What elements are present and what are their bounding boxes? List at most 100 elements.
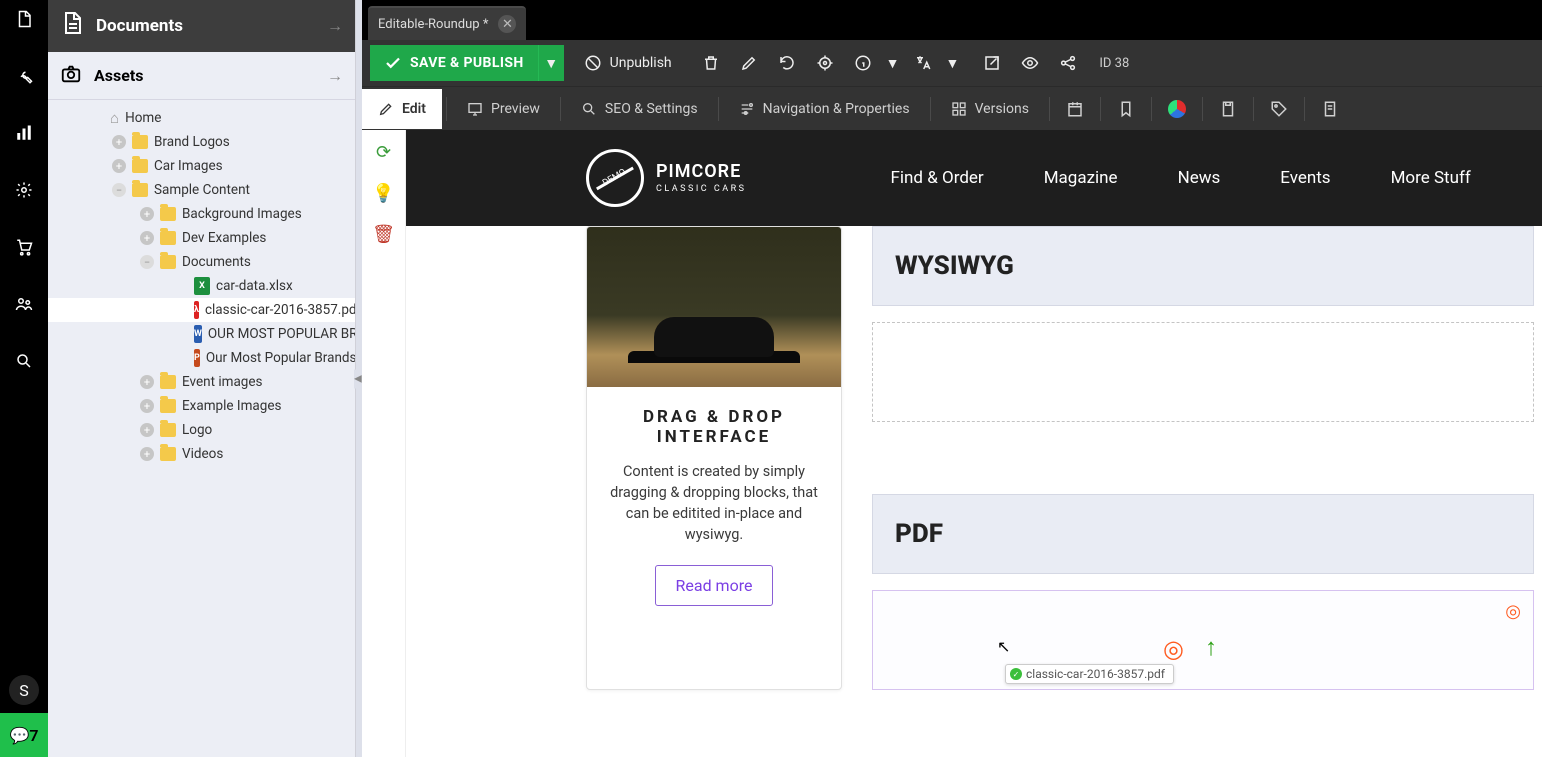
drag-ok-icon: ✓ [1010, 668, 1022, 680]
chart-icon[interactable] [15, 124, 33, 147]
nav-find-order[interactable]: Find & Order [891, 168, 984, 188]
chat-notifications[interactable]: 💬7 [0, 713, 48, 757]
nav-events[interactable]: Events [1280, 168, 1330, 188]
assets-panel-header[interactable]: Assets → [48, 52, 355, 100]
refresh-icon[interactable]: ⟳ [376, 142, 391, 163]
tree-file-doc[interactable]: W OUR MOST POPULAR BRANDS [48, 322, 355, 346]
users-icon[interactable] [15, 295, 33, 318]
tree-item-videos[interactable]: + Videos [48, 442, 355, 466]
translate-dropdown[interactable]: ▼ [942, 45, 964, 81]
save-dropdown-button[interactable]: ▼ [538, 45, 564, 81]
tree-item-background-images[interactable]: + Background Images [48, 202, 355, 226]
document-tab-label: Editable-Roundup * [378, 17, 488, 32]
file-icon[interactable] [15, 10, 33, 33]
info-button[interactable] [844, 45, 882, 81]
search-icon[interactable] [15, 352, 33, 375]
asset-tree: ⌂ Home + Brand Logos + Car Images − Samp… [48, 100, 355, 757]
tab-edit[interactable]: Edit [362, 89, 442, 129]
editor-gutter: ⟳ 💡 🗑 [362, 130, 406, 757]
info-dropdown[interactable]: ▼ [882, 45, 904, 81]
reload-button[interactable] [768, 45, 806, 81]
collapse-arrow-icon[interactable]: → [327, 16, 343, 36]
tab-tags[interactable] [1258, 89, 1300, 129]
unpublish-button[interactable]: Unpublish [574, 45, 682, 81]
expand-icon[interactable]: + [140, 399, 154, 413]
wrench-icon[interactable] [15, 67, 33, 90]
save-publish-button[interactable]: SAVE & PUBLISH [370, 45, 538, 81]
expand-icon[interactable]: + [140, 375, 154, 389]
site-brand[interactable]: DEMO PIMCORE CLASSIC CARS [586, 149, 747, 207]
tree-item-event-images[interactable]: + Event images [48, 370, 355, 394]
tree-file-pdf[interactable]: λ classic-car-2016-3857.pdf [48, 298, 355, 322]
site-nav: Find & Order Magazine News Events More S… [891, 168, 1471, 188]
tab-label: Versions [975, 101, 1029, 117]
expand-icon[interactable]: + [140, 423, 154, 437]
tree-label: Brand Logos [154, 134, 230, 150]
gear-icon[interactable] [15, 181, 33, 204]
pdf-dropzone[interactable]: ◎ ↖ ◎ ↑ ✓ classic-car-2016-3857.pdf [872, 590, 1534, 690]
rename-button[interactable] [730, 45, 768, 81]
chat-count: 7 [29, 726, 38, 745]
tab-preview[interactable]: Preview [451, 89, 556, 129]
tree-file-ppt[interactable]: P Our Most Popular Brands.pptx [48, 346, 355, 370]
tree-item-home[interactable]: ⌂ Home [48, 106, 355, 130]
brand-demo-badge: DEMO [602, 167, 629, 188]
card-text: Content is created by simply dragging & … [605, 461, 823, 545]
delete-button[interactable] [692, 45, 730, 81]
tab-workflow[interactable] [1309, 89, 1351, 129]
folder-icon [132, 159, 148, 173]
tab-versions[interactable]: Versions [935, 89, 1045, 129]
share-button[interactable] [1049, 45, 1087, 81]
card-title: DRAG & DROP INTERFACE [605, 407, 823, 447]
tab-notes[interactable] [1207, 89, 1249, 129]
expand-icon[interactable]: + [140, 447, 154, 461]
documents-panel-header[interactable]: Documents → [48, 0, 355, 52]
feature-card: DRAG & DROP INTERFACE Content is created… [586, 226, 842, 690]
target-corner-icon[interactable]: ◎ [1505, 601, 1521, 622]
document-tab[interactable]: Editable-Roundup * ✕ [368, 6, 526, 40]
tree-file-xls[interactable]: X car-data.xlsx [48, 274, 355, 298]
open-button[interactable] [973, 45, 1011, 81]
folder-icon [160, 399, 176, 413]
read-more-button[interactable]: Read more [655, 565, 774, 606]
expand-icon[interactable]: + [112, 135, 126, 149]
close-tab-icon[interactable]: ✕ [498, 15, 516, 33]
cart-icon[interactable] [15, 238, 33, 261]
collapse-icon[interactable]: − [140, 255, 154, 269]
tree-item-car-images[interactable]: + Car Images [48, 154, 355, 178]
brand-tagline: CLASSIC CARS [656, 185, 747, 194]
tab-targeting[interactable] [1156, 89, 1198, 129]
left-panel: Documents → Assets → ⌂ Home + Brand Logo… [48, 0, 356, 757]
home-icon: ⌂ [110, 109, 119, 127]
tree-item-logo[interactable]: + Logo [48, 418, 355, 442]
tree-label: Example Images [182, 398, 281, 414]
symfony-icon[interactable]: S [9, 675, 39, 705]
panel-splitter[interactable] [356, 0, 362, 757]
target-button[interactable] [806, 45, 844, 81]
tab-bookmark[interactable] [1105, 89, 1147, 129]
tree-item-dev-examples[interactable]: + Dev Examples [48, 226, 355, 250]
expand-icon[interactable]: + [140, 207, 154, 221]
tree-label: Car Images [154, 158, 223, 174]
tree-item-brand-logos[interactable]: + Brand Logos [48, 130, 355, 154]
tab-schedule[interactable] [1054, 89, 1096, 129]
translate-button[interactable] [904, 45, 942, 81]
nav-news[interactable]: News [1178, 168, 1221, 188]
tab-seo[interactable]: SEO & Settings [565, 89, 714, 129]
expand-icon[interactable]: + [112, 159, 126, 173]
visibility-button[interactable] [1011, 45, 1049, 81]
collapse-arrow-icon[interactable]: → [327, 66, 343, 86]
bulb-icon[interactable]: 💡 [372, 183, 394, 204]
tree-item-documents-folder[interactable]: − Documents [48, 250, 355, 274]
collapse-icon[interactable]: − [112, 183, 126, 197]
tree-item-example-images[interactable]: + Example Images [48, 394, 355, 418]
trash-icon[interactable]: 🗑 [372, 224, 395, 245]
wysiwyg-dropzone[interactable] [872, 322, 1534, 422]
editor-canvas[interactable]: DEMO PIMCORE CLASSIC CARS Find & Order M… [406, 130, 1542, 757]
expand-icon[interactable]: + [140, 231, 154, 245]
tree-item-sample-content[interactable]: − Sample Content [48, 178, 355, 202]
tree-label: Logo [182, 422, 212, 438]
nav-magazine[interactable]: Magazine [1044, 168, 1118, 188]
tab-nav-props[interactable]: Navigation & Properties [723, 89, 926, 129]
nav-more-stuff[interactable]: More Stuff [1391, 168, 1471, 188]
